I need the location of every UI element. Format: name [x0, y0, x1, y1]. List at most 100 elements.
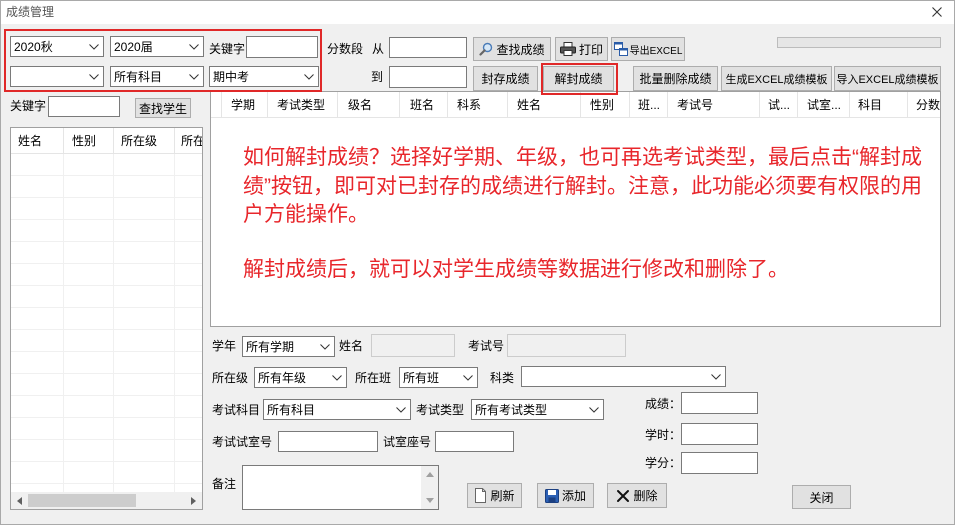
seat-number-input[interactable]	[435, 431, 514, 452]
score-range-label: 分数段	[327, 42, 364, 56]
scroll-up-arrow-icon[interactable]	[421, 466, 438, 483]
exam-number-field	[507, 334, 626, 357]
exam-room-input[interactable]	[278, 431, 378, 452]
remark-field[interactable]	[242, 465, 439, 510]
import-excel-template-button[interactable]: 导入EXCEL成绩模板	[834, 66, 941, 91]
close-button[interactable]: 关闭	[792, 485, 851, 509]
export-icon	[613, 42, 628, 56]
chevron-down-icon[interactable]	[320, 343, 330, 350]
unseal-scores-button[interactable]: 解封成绩	[543, 66, 614, 91]
chevron-down-icon[interactable]	[304, 73, 314, 80]
delete-button[interactable]: 删除	[607, 483, 667, 508]
help-line: 户方能操作。	[243, 203, 369, 226]
chevron-down-icon[interactable]	[189, 43, 199, 50]
column-header-exam-type[interactable]: 考试类型	[268, 92, 338, 118]
school-year-select[interactable]: 所有学期	[242, 336, 335, 357]
category-label: 科类	[490, 371, 515, 385]
column-header-subject[interactable]: 科目	[850, 92, 908, 118]
document-icon	[474, 488, 487, 503]
scroll-thumb[interactable]	[28, 494, 136, 507]
student-list-horizontal-scrollbar[interactable]	[11, 492, 202, 509]
student-keyword-input[interactable]	[48, 96, 120, 117]
remark-textarea[interactable]	[243, 466, 421, 509]
form-class-value: 所有班	[403, 371, 440, 385]
column-header-exam-number[interactable]: 考试号	[668, 92, 760, 118]
column-header-grade[interactable]: 所在级	[114, 128, 175, 154]
form-grade-label: 所在级	[212, 371, 249, 385]
subject-select-value: 所有科目	[114, 70, 163, 84]
keyword-input[interactable]	[246, 36, 318, 58]
school-year-label: 学年	[212, 339, 237, 353]
column-header-gender[interactable]: 性别	[581, 92, 630, 118]
category-select[interactable]	[521, 366, 726, 387]
form-class-label: 所在班	[355, 371, 392, 385]
chevron-down-icon[interactable]	[189, 73, 199, 80]
exam-subject-select[interactable]: 所有科目	[263, 399, 411, 420]
close-window-button[interactable]	[926, 2, 948, 22]
print-label: 打印	[578, 42, 603, 57]
student-list[interactable]: 姓名 性别 所在级 所在	[10, 127, 203, 510]
scores-grid[interactable]: 学期 考试类型 级名 班名 科系 姓名 性别 班... 考试号 试... 试室.…	[210, 91, 941, 327]
add-label: 添加	[561, 489, 586, 503]
generate-excel-template-button[interactable]: 生成EXCEL成绩模板	[721, 66, 832, 91]
student-keyword-label: 关键字	[10, 99, 47, 113]
score-input[interactable]	[681, 392, 758, 414]
credits-input[interactable]	[681, 452, 758, 474]
column-header-name[interactable]: 姓名	[508, 92, 581, 118]
chevron-down-icon[interactable]	[589, 406, 599, 413]
add-button[interactable]: 添加	[537, 483, 594, 508]
column-header-gender[interactable]: 性别	[64, 128, 114, 154]
exam-room-label: 考试试室号	[212, 435, 273, 449]
form-class-select[interactable]: 所有班	[399, 367, 478, 388]
chevron-down-icon[interactable]	[711, 373, 721, 380]
chevron-down-icon[interactable]	[332, 374, 342, 381]
column-header-class-name[interactable]: 班名	[400, 92, 448, 118]
subject-select[interactable]: 所有科目	[110, 66, 204, 87]
chevron-down-icon[interactable]	[89, 73, 99, 80]
column-header-exam-room-short[interactable]: 试...	[760, 92, 798, 118]
column-header-class[interactable]: 所在	[175, 128, 202, 154]
seat-number-label: 试室座号	[383, 435, 432, 449]
search-scores-label: 查找成绩	[496, 42, 545, 57]
name-field	[371, 334, 455, 357]
form-grade-select[interactable]: 所有年级	[254, 367, 347, 388]
form-grade-value: 所有年级	[258, 371, 307, 385]
seal-scores-button[interactable]: 封存成绩	[473, 66, 538, 91]
column-header-class[interactable]: 班...	[630, 92, 668, 118]
scroll-left-arrow-icon[interactable]	[11, 492, 28, 509]
column-header-name[interactable]: 姓名	[11, 128, 64, 154]
help-line: 绩”按钮，即可对已封存的成绩进行解封。注意，此功能必须要有权限的用	[243, 174, 922, 198]
column-header-score[interactable]: 分数	[908, 92, 940, 118]
refresh-button[interactable]: 刷新	[467, 483, 522, 508]
grade-select[interactable]: 2020届	[110, 36, 204, 57]
chevron-down-icon[interactable]	[89, 43, 99, 50]
chevron-down-icon[interactable]	[396, 406, 406, 413]
scroll-right-arrow-icon[interactable]	[185, 492, 202, 509]
help-line: 如何解封成绩？选择好学期、年级，也可再选考试类型，最后点击“解封成	[243, 146, 922, 169]
import-template-label: 导入EXCEL成绩模板	[836, 73, 939, 86]
column-header-grade-name[interactable]: 级名	[338, 92, 400, 118]
form-exam-type-value: 所有考试类型	[475, 403, 548, 417]
remark-scrollbar[interactable]	[421, 466, 438, 509]
search-scores-button[interactable]: 查找成绩	[473, 37, 551, 61]
batch-delete-scores-button[interactable]: 批量删除成绩	[633, 66, 718, 91]
exam-type-select[interactable]: 期中考	[209, 66, 319, 87]
student-list-body[interactable]	[11, 154, 202, 492]
column-header-term[interactable]: 学期	[222, 92, 268, 118]
print-button[interactable]: 打印	[555, 37, 608, 61]
chevron-down-icon[interactable]	[463, 374, 473, 381]
search-students-button[interactable]: 查找学生	[135, 98, 191, 118]
keyword-label: 关键字	[209, 42, 246, 56]
column-header-exam-room[interactable]: 试室...	[798, 92, 850, 118]
hours-input[interactable]	[681, 423, 758, 445]
score-to-input[interactable]	[389, 66, 467, 88]
score-from-input[interactable]	[389, 37, 467, 58]
class-select[interactable]	[10, 66, 104, 87]
term-select[interactable]: 2020秋	[10, 36, 104, 57]
exam-subject-label: 考试科目	[212, 403, 261, 417]
form-exam-type-select[interactable]: 所有考试类型	[471, 399, 604, 420]
export-excel-button[interactable]: 导出EXCEL	[611, 37, 685, 61]
seal-scores-label: 封存成绩	[481, 72, 530, 86]
scroll-down-arrow-icon[interactable]	[421, 492, 438, 509]
column-header-department[interactable]: 科系	[448, 92, 508, 118]
